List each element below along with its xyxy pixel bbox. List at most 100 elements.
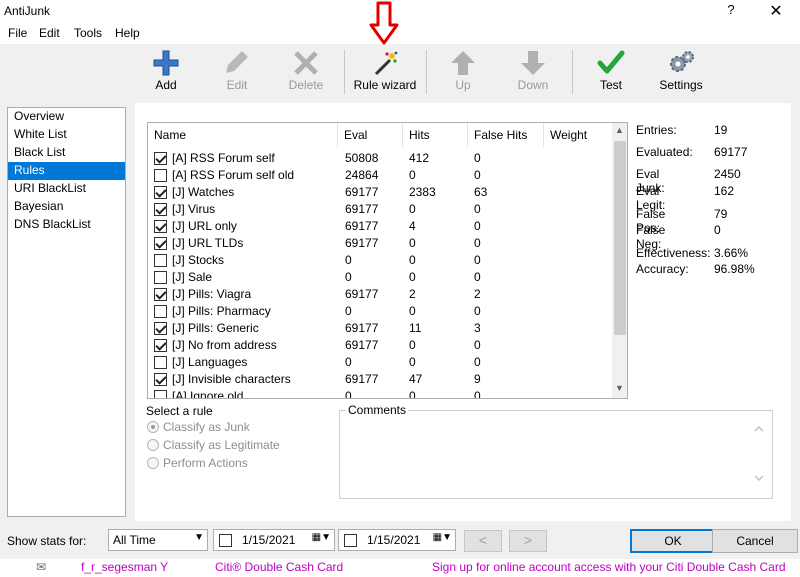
rule-enabled-checkbox[interactable]	[154, 288, 167, 301]
false-hits-cell: 0	[474, 219, 481, 233]
rule-enabled-checkbox[interactable]	[154, 271, 167, 284]
rule-enabled-checkbox[interactable]	[154, 373, 167, 386]
table-row[interactable]: [J] Pills: Pharmacy 0 0 0	[148, 303, 613, 320]
column-header-name[interactable]: Name	[148, 123, 338, 147]
edit-button[interactable]: Edit	[201, 48, 273, 98]
table-row[interactable]: [J] Sale 0 0 0	[148, 269, 613, 286]
effectiveness-value: 3.66%	[714, 246, 749, 260]
radio-label: Perform Actions	[163, 456, 248, 470]
column-header-false-hits[interactable]: False Hits	[468, 123, 544, 147]
comments-box[interactable]	[339, 410, 773, 499]
rule-enabled-checkbox[interactable]	[154, 339, 167, 352]
table-row[interactable]: [J] Pills: Generic 69177 11 3	[148, 320, 613, 337]
comments-label: Comments	[346, 403, 409, 417]
calendar-icon[interactable]: ▦▼	[312, 532, 331, 543]
table-row[interactable]: [J] Virus 69177 0 0	[148, 201, 613, 218]
rule-enabled-checkbox[interactable]	[154, 254, 167, 267]
eval-junk-value: 2450	[714, 167, 741, 181]
settings-button[interactable]: Settings	[645, 48, 717, 98]
radio-classify-legitimate[interactable]: Classify as Legitimate	[147, 438, 327, 454]
eval-cell: 0	[345, 355, 352, 369]
rule-enabled-checkbox[interactable]	[154, 322, 167, 335]
rule-name-cell: [J] Virus	[172, 202, 216, 216]
entries-label: Entries:	[636, 123, 677, 137]
table-row[interactable]: [A] Ignore old 0 0 0	[148, 388, 613, 398]
false-hits-cell: 0	[474, 304, 481, 318]
cancel-button[interactable]: Cancel	[712, 529, 798, 553]
false-pos-value: 79	[714, 207, 728, 221]
rule-enabled-checkbox[interactable]	[154, 169, 167, 182]
radio-classify-junk[interactable]: Classify as Junk	[147, 420, 327, 436]
column-header-hits[interactable]: Hits	[403, 123, 468, 147]
rule-name-cell: [J] Pills: Viagra	[172, 287, 252, 301]
rule-name-cell: [J] Pills: Pharmacy	[172, 304, 271, 318]
rule-enabled-checkbox[interactable]	[154, 237, 167, 250]
rule-enabled-checkbox[interactable]	[154, 305, 167, 318]
radio-perform-actions[interactable]: Perform Actions	[147, 456, 327, 472]
accuracy-label: Accuracy:	[636, 262, 689, 276]
comments-scrollbar[interactable]	[751, 420, 767, 490]
menu-tools[interactable]: Tools	[74, 26, 102, 40]
down-button[interactable]: Down	[497, 48, 569, 98]
delete-button[interactable]: Delete	[270, 48, 342, 98]
false-hits-cell: 9	[474, 372, 481, 386]
vertical-scrollbar[interactable]: ▲ ▼	[612, 123, 627, 398]
rule-name-cell: [J] Stocks	[172, 253, 225, 267]
rule-name-cell: [A] RSS Forum self old	[172, 168, 295, 182]
date-from-checkbox[interactable]	[219, 534, 232, 547]
table-row[interactable]: [J] No from address 69177 0 0	[148, 337, 613, 354]
rule-enabled-checkbox[interactable]	[154, 203, 167, 216]
table-row[interactable]: [J] URL only 69177 4 0	[148, 218, 613, 235]
magic-wand-icon	[348, 48, 422, 78]
eval-legit-value: 162	[714, 184, 735, 198]
rule-enabled-checkbox[interactable]	[154, 220, 167, 233]
nav-item-white-list[interactable]: White List	[8, 126, 125, 144]
rule-enabled-checkbox[interactable]	[154, 390, 167, 398]
rule-enabled-checkbox[interactable]	[154, 152, 167, 165]
table-row[interactable]: [A] RSS Forum self 50808 412 0	[148, 150, 613, 167]
date-to-picker[interactable]: 1/15/2021 ▦▼	[338, 529, 456, 551]
rule-enabled-checkbox[interactable]	[154, 356, 167, 369]
calendar-icon[interactable]: ▦▼	[433, 532, 452, 543]
column-header-eval[interactable]: Eval	[338, 123, 403, 147]
close-button[interactable]: ✕	[766, 1, 786, 21]
next-period-button[interactable]: >	[509, 530, 547, 552]
menu-file[interactable]: File	[8, 26, 27, 40]
table-row[interactable]: [A] RSS Forum self old 24864 0 0	[148, 167, 613, 184]
date-from-picker[interactable]: 1/15/2021 ▦▼	[213, 529, 335, 551]
table-row[interactable]: [J] Pills: Viagra 69177 2 2	[148, 286, 613, 303]
table-row[interactable]: [J] Stocks 0 0 0	[148, 252, 613, 269]
scroll-up-icon[interactable]: ▲	[612, 125, 627, 135]
date-to-value: 1/15/2021	[367, 533, 421, 547]
period-select[interactable]: All Time ▼	[108, 529, 208, 551]
table-row[interactable]: [J] URL TLDs 69177 0 0	[148, 235, 613, 252]
up-button[interactable]: Up	[427, 48, 499, 98]
add-button[interactable]: Add	[130, 48, 202, 98]
scroll-thumb[interactable]	[614, 141, 626, 335]
nav-item-bayesian[interactable]: Bayesian	[8, 198, 125, 216]
table-row[interactable]: [J] Watches 69177 2383 63	[148, 184, 613, 201]
checkmark-icon	[575, 48, 647, 78]
rule-name-cell: [J] URL only	[172, 219, 237, 233]
rule-wizard-button[interactable]: Rule wizard	[348, 48, 422, 98]
nav-item-dns-blacklist[interactable]: DNS BlackList	[8, 216, 125, 234]
table-row[interactable]: [J] Invisible characters 69177 47 9	[148, 371, 613, 388]
nav-item-black-list[interactable]: Black List	[8, 144, 125, 162]
hits-cell: 0	[409, 355, 416, 369]
table-row[interactable]: [J] Languages 0 0 0	[148, 354, 613, 371]
nav-item-uri-blacklist[interactable]: URI BlackList	[8, 180, 125, 198]
ok-button[interactable]: OK	[630, 529, 716, 553]
hits-cell: 0	[409, 338, 416, 352]
test-button[interactable]: Test	[575, 48, 647, 98]
help-button[interactable]: ?	[724, 2, 738, 17]
menu-edit[interactable]: Edit	[39, 26, 60, 40]
menu-help[interactable]: Help	[115, 26, 140, 40]
nav-item-overview[interactable]: Overview	[8, 108, 125, 126]
scroll-down-icon[interactable]: ▼	[612, 383, 627, 393]
previous-period-button[interactable]: <	[464, 530, 502, 552]
date-to-checkbox[interactable]	[344, 534, 357, 547]
rules-table: Name Eval Hits False Hits Weight [A] RSS…	[147, 122, 628, 399]
column-header-weight[interactable]: Weight	[544, 123, 612, 147]
rule-enabled-checkbox[interactable]	[154, 186, 167, 199]
nav-item-rules[interactable]: Rules	[8, 162, 125, 180]
